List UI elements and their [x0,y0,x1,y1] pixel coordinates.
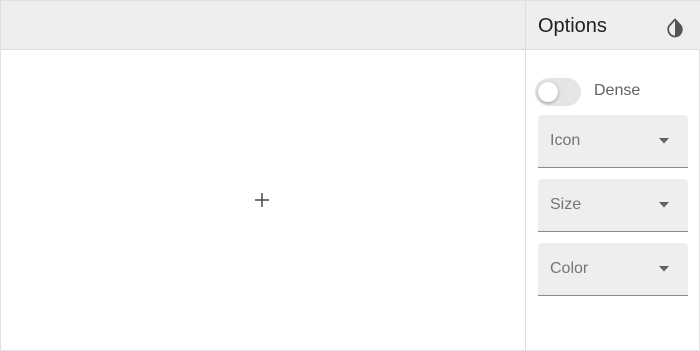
dense-label: Dense [594,82,641,99]
dropdown-arrow-icon [658,135,670,147]
preview-toolbar [1,1,525,50]
dense-toggle[interactable] [534,76,582,106]
color-select-label: Color [550,260,589,277]
options-title: Options [538,15,607,37]
dense-switch[interactable]: Dense [534,75,694,107]
size-select[interactable]: Size [538,179,688,232]
icon-playground: Options Dense Icon Size Color [0,0,700,351]
size-select-label: Size [550,196,582,213]
invert-colors-icon[interactable] [664,17,686,39]
options-panel: Options Dense Icon Size Color [525,1,700,350]
options-header: Options [526,1,700,50]
add-icon [253,191,271,209]
color-select[interactable]: Color [538,243,688,296]
icon-select[interactable]: Icon [538,115,688,168]
icon-select-label: Icon [550,132,581,149]
preview-canvas [1,50,525,350]
switch-thumb [538,82,558,102]
dropdown-arrow-icon [658,199,670,211]
dropdown-arrow-icon [658,263,670,275]
